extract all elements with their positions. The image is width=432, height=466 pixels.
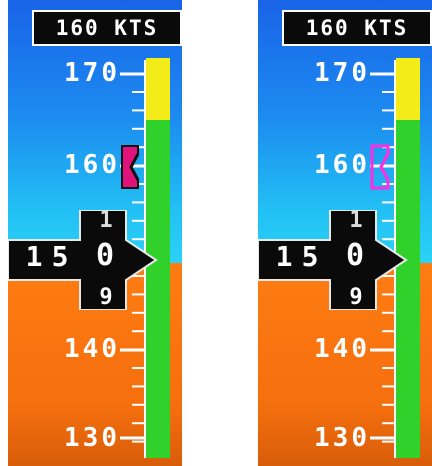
readout-rolling-digit-above: 1 bbox=[99, 208, 113, 233]
target-speed-box: 160 KTS bbox=[282, 10, 432, 46]
readout-ones-digit: 0 bbox=[95, 238, 115, 273]
speed-label-170: 170 bbox=[64, 58, 120, 88]
readout-tens-digit: 5 bbox=[51, 240, 69, 273]
airspeed-tape-left: 170 160 140 130 1 5 1 0 9 160 KTS bbox=[8, 0, 182, 466]
readout-tens-digit: 5 bbox=[301, 240, 319, 273]
speed-label-140: 140 bbox=[314, 334, 370, 364]
speed-bug-icon bbox=[121, 145, 140, 189]
target-speed-box: 160 KTS bbox=[32, 10, 182, 46]
speed-label-130: 130 bbox=[64, 423, 120, 453]
readout-rolling-digit-above: 1 bbox=[349, 208, 363, 233]
readout-rolling-digit-below: 9 bbox=[349, 285, 363, 310]
readout-hundreds-digit: 1 bbox=[25, 240, 43, 273]
speed-label-170: 170 bbox=[314, 58, 370, 88]
readout-rolling-digit-below: 9 bbox=[99, 285, 113, 310]
speed-label-130: 130 bbox=[314, 423, 370, 453]
readout-ones-digit: 0 bbox=[345, 238, 365, 273]
readout-hundreds-digit: 1 bbox=[275, 240, 293, 273]
speed-bug-icon bbox=[370, 144, 390, 190]
speed-label-140: 140 bbox=[64, 334, 120, 364]
airspeed-tape-right: 170 160 140 130 1 5 1 0 9 160 KTS bbox=[258, 0, 432, 466]
speed-label-160: 160 bbox=[64, 150, 120, 180]
speed-label-160: 160 bbox=[314, 150, 370, 180]
